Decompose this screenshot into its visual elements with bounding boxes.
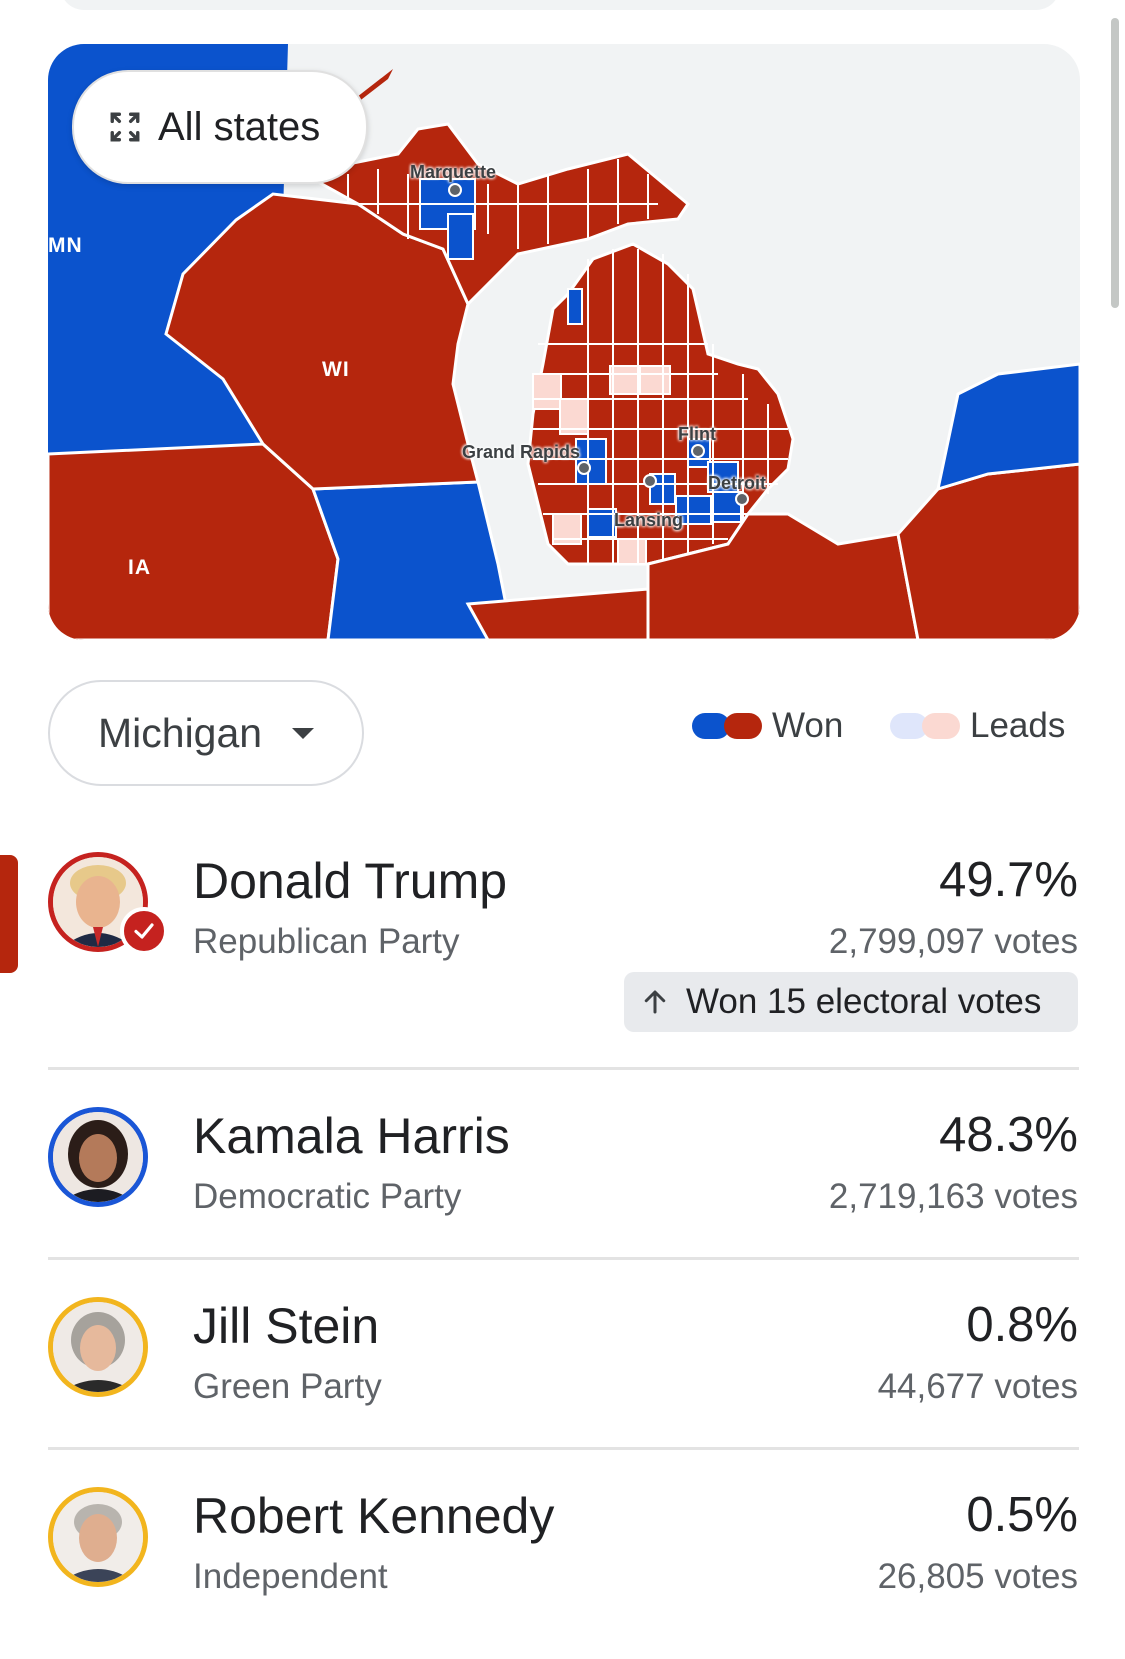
city-label-detroit: Detroit: [708, 473, 766, 493]
divider: [48, 1067, 1079, 1070]
candidate-party: Independent: [193, 1557, 388, 1596]
legend-won-label: Won: [772, 706, 844, 745]
electoral-votes-chip: Won 15 electoral votes: [624, 972, 1078, 1032]
winner-check-icon: [120, 907, 168, 955]
state-dropdown[interactable]: Michigan: [48, 680, 364, 786]
candidate-party: Republican Party: [193, 922, 460, 961]
expand-icon: [110, 112, 140, 142]
electoral-votes-text: Won 15 electoral votes: [686, 982, 1042, 1021]
candidate-name: Jill Stein: [193, 1298, 380, 1354]
candidate-percent: 0.5%: [966, 1488, 1078, 1542]
arrow-up-icon: [644, 990, 666, 1014]
chevron-down-icon: [292, 727, 315, 739]
candidate-name: Robert Kennedy: [193, 1488, 555, 1544]
state-label-ia: IA: [128, 556, 151, 579]
state-label-mn: MN: [48, 234, 83, 257]
candidate-percent: 49.7%: [939, 853, 1078, 907]
state-label-wi: WI: [322, 358, 350, 381]
city-label-grand-rapids: Grand Rapids: [462, 442, 581, 462]
region-pa: [896, 462, 1080, 640]
rep-leads-swatch: [922, 713, 960, 739]
rep-won-swatch: [724, 713, 762, 739]
candidate-name: Donald Trump: [193, 853, 508, 909]
candidate-party: Democratic Party: [193, 1177, 462, 1216]
candidate-votes: 2,719,163 votes: [828, 1177, 1078, 1216]
candidate-votes: 2,799,097 votes: [828, 922, 1078, 961]
legend-leads-label: Leads: [970, 706, 1066, 745]
scrollbar[interactable]: [1111, 18, 1119, 308]
candidate-party: Green Party: [193, 1367, 382, 1406]
candidate-avatar-stein: [48, 1297, 148, 1397]
top-panel-edge: [60, 0, 1060, 10]
divider: [48, 1257, 1079, 1260]
candidate-percent: 48.3%: [939, 1108, 1078, 1162]
divider: [48, 1447, 1079, 1450]
legend-leads: Leads: [890, 704, 1065, 748]
candidate-votes: 26,805 votes: [877, 1557, 1078, 1596]
candidate-percent: 0.8%: [966, 1298, 1078, 1352]
winner-indicator: [0, 855, 18, 973]
legend-won: Won: [692, 704, 843, 748]
city-label-marquette: Marquette: [410, 162, 497, 182]
all-states-button[interactable]: All states: [72, 70, 368, 184]
candidate-votes: 44,677 votes: [877, 1367, 1078, 1406]
candidate-avatar-kennedy: [48, 1487, 148, 1587]
candidate-avatar-harris: [48, 1107, 148, 1207]
all-states-label: All states: [158, 104, 321, 149]
state-dropdown-value: Michigan: [98, 709, 263, 756]
candidate-name: Kamala Harris: [193, 1108, 510, 1164]
city-label-lansing: Lansing: [614, 510, 684, 530]
city-label-flint: Flint: [678, 424, 716, 444]
